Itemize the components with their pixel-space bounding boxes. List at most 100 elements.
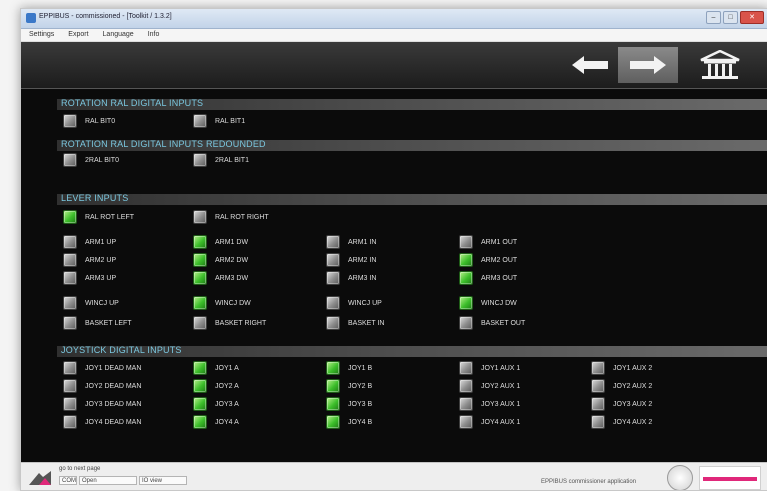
- input-label: ARM3 UP: [85, 274, 117, 282]
- input-arm2-dw: ARM2 DW: [193, 253, 248, 267]
- status-led: [63, 296, 77, 310]
- input-basket-right: BASKET RIGHT: [193, 316, 266, 330]
- title-bar: EPPIBUS - commissioned - [Toolkit / 1.3.…: [21, 9, 767, 29]
- input-joy2-aux1: JOY2 AUX 1: [459, 379, 520, 393]
- input-label: ARM1 UP: [85, 238, 117, 246]
- status-led: [459, 415, 473, 429]
- close-button[interactable]: ✕: [740, 11, 764, 24]
- status-led: [459, 235, 473, 249]
- status-led: [193, 210, 207, 224]
- input-joy4-dead-man: JOY4 DEAD MAN: [63, 415, 141, 429]
- menu-export[interactable]: Export: [68, 29, 88, 41]
- input-arm2-in: ARM2 IN: [326, 253, 376, 267]
- status-led: [193, 397, 207, 411]
- back-button[interactable]: [568, 47, 612, 83]
- input-arm2-up: ARM2 UP: [63, 253, 116, 267]
- input-label: JOY3 AUX 1: [481, 400, 521, 408]
- input-arm3-dw: ARM3 DW: [193, 271, 248, 285]
- input-joy4-a: JOY4 A: [193, 415, 239, 429]
- input-joy4-aux1: JOY4 AUX 1: [459, 415, 520, 429]
- status-led: [63, 415, 77, 429]
- input-label: WINCJ DW: [215, 299, 251, 307]
- input-label: ARM1 IN: [348, 238, 377, 246]
- input-label: BASKET RIGHT: [215, 319, 267, 327]
- input-label: ARM2 DW: [215, 256, 249, 264]
- input-label: JOY4 AUX 1: [481, 418, 521, 426]
- status-led: [591, 415, 605, 429]
- input-label: RAL BIT0: [85, 117, 116, 125]
- input-label: BASKET LEFT: [85, 319, 132, 327]
- window-controls: – □ ✕: [706, 11, 764, 24]
- menu-bar: Settings Export Language Info: [21, 29, 767, 42]
- input-joy3-aux1: JOY3 AUX 1: [459, 397, 520, 411]
- status-led: [63, 379, 77, 393]
- input-label: JOY2 AUX 1: [481, 382, 521, 390]
- input-arm1-in: ARM1 IN: [326, 235, 376, 249]
- menu-language[interactable]: Language: [103, 29, 134, 41]
- input-label: JOY4 B: [348, 418, 373, 426]
- status-led: [193, 253, 207, 267]
- input-label: ARM3 IN: [348, 274, 377, 282]
- status-led: [63, 271, 77, 285]
- status-led: [193, 296, 207, 310]
- status-led: [591, 397, 605, 411]
- input-label: ARM2 OUT: [481, 256, 518, 264]
- app-icon: [26, 13, 36, 23]
- input-label: ARM3 DW: [215, 274, 249, 282]
- status-led: [326, 415, 340, 429]
- home-button[interactable]: [694, 47, 746, 83]
- minimize-button[interactable]: –: [706, 11, 721, 24]
- status-led: [193, 235, 207, 249]
- status-led: [193, 316, 207, 330]
- input-label: ARM1 DW: [215, 238, 249, 246]
- input-joy1-aux1: JOY1 AUX 1: [459, 361, 520, 375]
- status-led: [63, 397, 77, 411]
- status-led: [193, 361, 207, 375]
- menu-info[interactable]: Info: [148, 29, 160, 41]
- input-label: JOY1 DEAD MAN: [85, 364, 142, 372]
- input-arm1-out: ARM1 OUT: [459, 235, 517, 249]
- status-bar: go to next page COM Open IO view EPPIBUS…: [21, 462, 767, 490]
- status-led: [63, 316, 77, 330]
- status-led: [193, 114, 207, 128]
- input-basket-in: BASKET IN: [326, 316, 384, 330]
- status-led: [63, 153, 77, 167]
- input-label: JOY2 B: [348, 382, 373, 390]
- input-label: WINCJ UP: [85, 299, 119, 307]
- forward-button[interactable]: [618, 47, 678, 83]
- input-label: JOY4 DEAD MAN: [85, 418, 142, 426]
- menu-settings[interactable]: Settings: [29, 29, 54, 41]
- status-led: [63, 114, 77, 128]
- status-led: [326, 316, 340, 330]
- toolbar: [21, 42, 767, 89]
- input-wincj-dw: WINCJ DW: [193, 296, 251, 310]
- input-label: RAL ROT RIGHT: [215, 213, 269, 221]
- status-led: [326, 397, 340, 411]
- io-panel: ROTATION RAL DIGITAL INPUTS RAL BIT0 RAL…: [21, 42, 767, 462]
- status-led: [459, 379, 473, 393]
- input-arm2-out: ARM2 OUT: [459, 253, 517, 267]
- section-title-joystick: JOYSTICK DIGITAL INPUTS: [61, 345, 182, 355]
- status-led: [193, 271, 207, 285]
- input-label: ARM1 OUT: [481, 238, 518, 246]
- input-2ral-bit1: 2RAL BIT1: [193, 153, 249, 167]
- status-hint: go to next page: [59, 466, 101, 472]
- input-label: JOY2 DEAD MAN: [85, 382, 142, 390]
- input-basket-left: BASKET LEFT: [63, 316, 132, 330]
- input-arm1-up: ARM1 UP: [63, 235, 116, 249]
- status-led: [459, 253, 473, 267]
- input-2ral-bit0: 2RAL BIT0: [63, 153, 119, 167]
- input-joy3-b: JOY3 B: [326, 397, 372, 411]
- input-label: 2RAL BIT1: [215, 156, 249, 164]
- maximize-button[interactable]: □: [723, 11, 738, 24]
- status-led: [63, 235, 77, 249]
- input-label: ARM2 UP: [85, 256, 117, 264]
- input-label: JOY1 AUX 2: [613, 364, 653, 372]
- input-ral-rot-right: RAL ROT RIGHT: [193, 210, 269, 224]
- arrow-right-icon: [630, 56, 666, 74]
- app-window: EPPIBUS - commissioned - [Toolkit / 1.3.…: [20, 8, 767, 491]
- input-label: JOY3 AUX 2: [613, 400, 653, 408]
- input-label: 2RAL BIT0: [85, 156, 119, 164]
- status-led: [326, 379, 340, 393]
- status-led: [326, 253, 340, 267]
